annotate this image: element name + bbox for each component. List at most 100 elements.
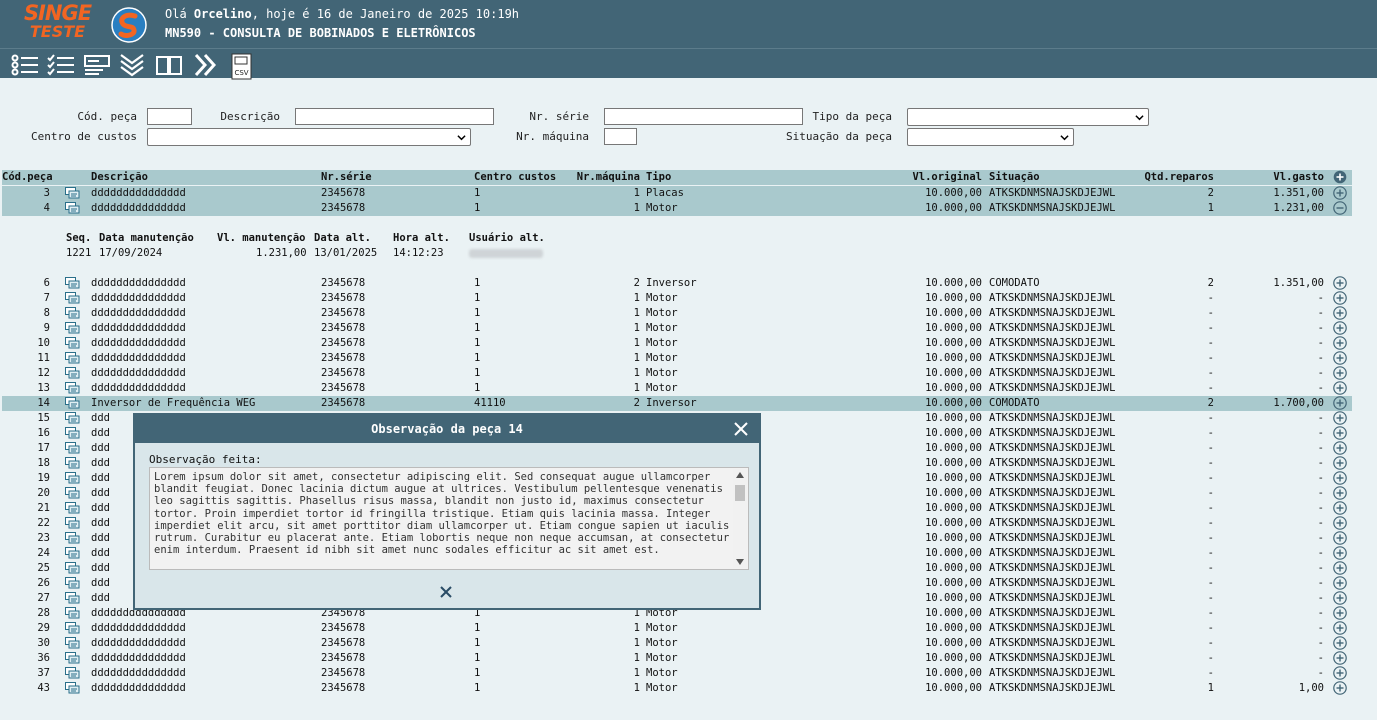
expand-icon[interactable] [1333, 621, 1347, 635]
table-row[interactable]: 29 ddddddddddddddd 2345678 1 1 Motor 10.000,00… [2, 621, 1352, 636]
observation-icon[interactable] [65, 307, 80, 320]
col-sit-header[interactable]: Situação [989, 171, 1040, 183]
expand-icon[interactable] [1333, 561, 1347, 575]
table-row[interactable]: 13 ddddddddddddddd 2345678 1 1 Motor 10.000,00… [2, 381, 1352, 396]
expand-icon[interactable] [1333, 681, 1347, 695]
expand-icon[interactable] [1333, 396, 1347, 410]
observation-icon[interactable] [65, 577, 80, 590]
observation-icon[interactable] [65, 487, 80, 500]
table-row[interactable]: 12 ddddddddddddddd 2345678 1 1 Motor 10.000,00… [2, 366, 1352, 381]
expand-icon[interactable] [1333, 411, 1347, 425]
checklist-icon[interactable] [46, 53, 76, 77]
expand-icon[interactable] [1333, 546, 1347, 560]
table-row[interactable]: 6 ddddddddddddddd 2345678 1 2 Inversor 10.000,… [2, 276, 1352, 291]
table-row[interactable]: 4 ddddddddddddddd 2345678 1 1 Motor 10.000,00 A… [2, 201, 1352, 216]
table-row[interactable]: 37 ddddddddddddddd 2345678 1 1 Motor 10.000,00… [2, 666, 1352, 681]
table-row[interactable]: 14 Inversor de Frequência WEG 2345678 41110… [2, 396, 1352, 411]
observation-icon[interactable] [65, 592, 80, 605]
table-row[interactable]: 8 ddddddddddddddd 2345678 1 1 Motor 10.000,00 A… [2, 306, 1352, 321]
col-cc-header[interactable]: Centro custos [474, 171, 556, 183]
table-row[interactable]: 30 ddddddddddddddd 2345678 1 1 Motor 10.000,00… [2, 636, 1352, 651]
list-icon[interactable] [10, 53, 40, 77]
col-serie-header[interactable]: Nr.série [321, 171, 372, 183]
observation-icon[interactable] [65, 622, 80, 635]
expand-icon[interactable] [1333, 606, 1347, 620]
scroll-up-icon[interactable] [736, 472, 744, 478]
expand-icon[interactable] [1333, 351, 1347, 365]
form-icon[interactable] [83, 53, 113, 77]
collapse-icon[interactable] [1333, 201, 1347, 215]
observation-icon[interactable] [65, 472, 80, 485]
close-icon[interactable] [733, 421, 749, 437]
expand-icon[interactable] [1333, 471, 1347, 485]
centro-custos-select[interactable] [147, 128, 471, 146]
observation-icon[interactable] [65, 187, 80, 200]
expand-icon[interactable] [1333, 321, 1347, 335]
observation-scrollbar[interactable] [733, 469, 747, 568]
next-icon[interactable] [192, 53, 222, 77]
col-desc-header[interactable]: Descrição [91, 171, 148, 183]
cod-peca-input[interactable] [147, 108, 192, 125]
expand-icon[interactable] [1333, 366, 1347, 380]
observation-icon[interactable] [65, 322, 80, 335]
observation-icon[interactable] [65, 337, 80, 350]
observation-icon[interactable] [65, 382, 80, 395]
expand-icon[interactable] [1333, 636, 1347, 650]
observation-icon[interactable] [65, 682, 80, 695]
table-row[interactable]: 10 ddddddddddddddd 2345678 1 1 Motor 10.000,00… [2, 336, 1352, 351]
descricao-input[interactable] [295, 108, 494, 125]
observation-icon[interactable] [65, 427, 80, 440]
close-modal-icon[interactable] [439, 585, 453, 599]
table-row[interactable]: 9 ddddddddddddddd 2345678 1 1 Motor 10.000,00 A… [2, 321, 1352, 336]
table-row[interactable]: 43 ddddddddddddddd 2345678 1 1 Motor 10.000,00… [2, 681, 1352, 696]
observation-icon[interactable] [65, 502, 80, 515]
observation-icon[interactable] [65, 532, 80, 545]
scrollbar-thumb[interactable] [735, 485, 745, 501]
table-row[interactable]: 3 ddddddddddddddd 2345678 1 1 Placas 10.000,00… [2, 186, 1352, 201]
col-nm-header[interactable]: Nr.máquina [577, 171, 640, 183]
expand-icon[interactable] [1333, 516, 1347, 530]
manual-icon[interactable] [155, 53, 185, 77]
expand-all-icon[interactable] [118, 53, 148, 77]
observation-icon[interactable] [65, 607, 80, 620]
observation-icon[interactable] [65, 517, 80, 530]
expand-icon[interactable] [1333, 501, 1347, 515]
expand-icon[interactable] [1333, 651, 1347, 665]
col-qt-header[interactable]: Qtd.reparos [1144, 171, 1214, 183]
observation-icon[interactable] [65, 637, 80, 650]
observation-icon[interactable] [65, 457, 80, 470]
observation-icon[interactable] [65, 367, 80, 380]
table-row[interactable]: 36 ddddddddddddddd 2345678 1 1 Motor 10.000,00… [2, 651, 1352, 666]
expand-icon[interactable] [1333, 441, 1347, 455]
col-tipo-header[interactable]: Tipo [646, 171, 671, 183]
expand-icon[interactable] [1333, 186, 1347, 200]
nr-maquina-input[interactable] [604, 128, 637, 145]
observation-icon[interactable] [65, 292, 80, 305]
observation-icon[interactable] [65, 277, 80, 290]
expand-icon[interactable] [1333, 276, 1347, 290]
nr-serie-input[interactable] [604, 108, 803, 125]
expand-icon[interactable] [1333, 306, 1347, 320]
expand-icon[interactable] [1333, 381, 1347, 395]
expand-icon[interactable] [1333, 666, 1347, 680]
observation-icon[interactable] [65, 397, 80, 410]
scroll-down-icon[interactable] [736, 559, 744, 565]
observation-icon[interactable] [65, 202, 80, 215]
col-cod-header[interactable]: Cód.peça [2, 171, 53, 183]
expand-all-plus-icon[interactable] [1333, 170, 1347, 184]
expand-icon[interactable] [1333, 486, 1347, 500]
observation-icon[interactable] [65, 412, 80, 425]
col-vg-header[interactable]: Vl.gasto [1273, 171, 1324, 183]
observation-icon[interactable] [65, 562, 80, 575]
tipo-peca-select[interactable] [907, 108, 1149, 126]
situacao-peca-select[interactable] [907, 128, 1074, 146]
observation-icon[interactable] [65, 667, 80, 680]
observation-icon[interactable] [65, 352, 80, 365]
col-vo-header[interactable]: Vl.original [912, 171, 982, 183]
observation-textarea[interactable]: Lorem ipsum dolor sit amet, consectetur … [149, 467, 749, 570]
table-row[interactable]: 11 ddddddddddddddd 2345678 1 1 Motor 10.000,00… [2, 351, 1352, 366]
expand-icon[interactable] [1333, 336, 1347, 350]
table-row[interactable]: 7 ddddddddddddddd 2345678 1 1 Motor 10.000,00 A… [2, 291, 1352, 306]
observation-icon[interactable] [65, 547, 80, 560]
expand-icon[interactable] [1333, 291, 1347, 305]
